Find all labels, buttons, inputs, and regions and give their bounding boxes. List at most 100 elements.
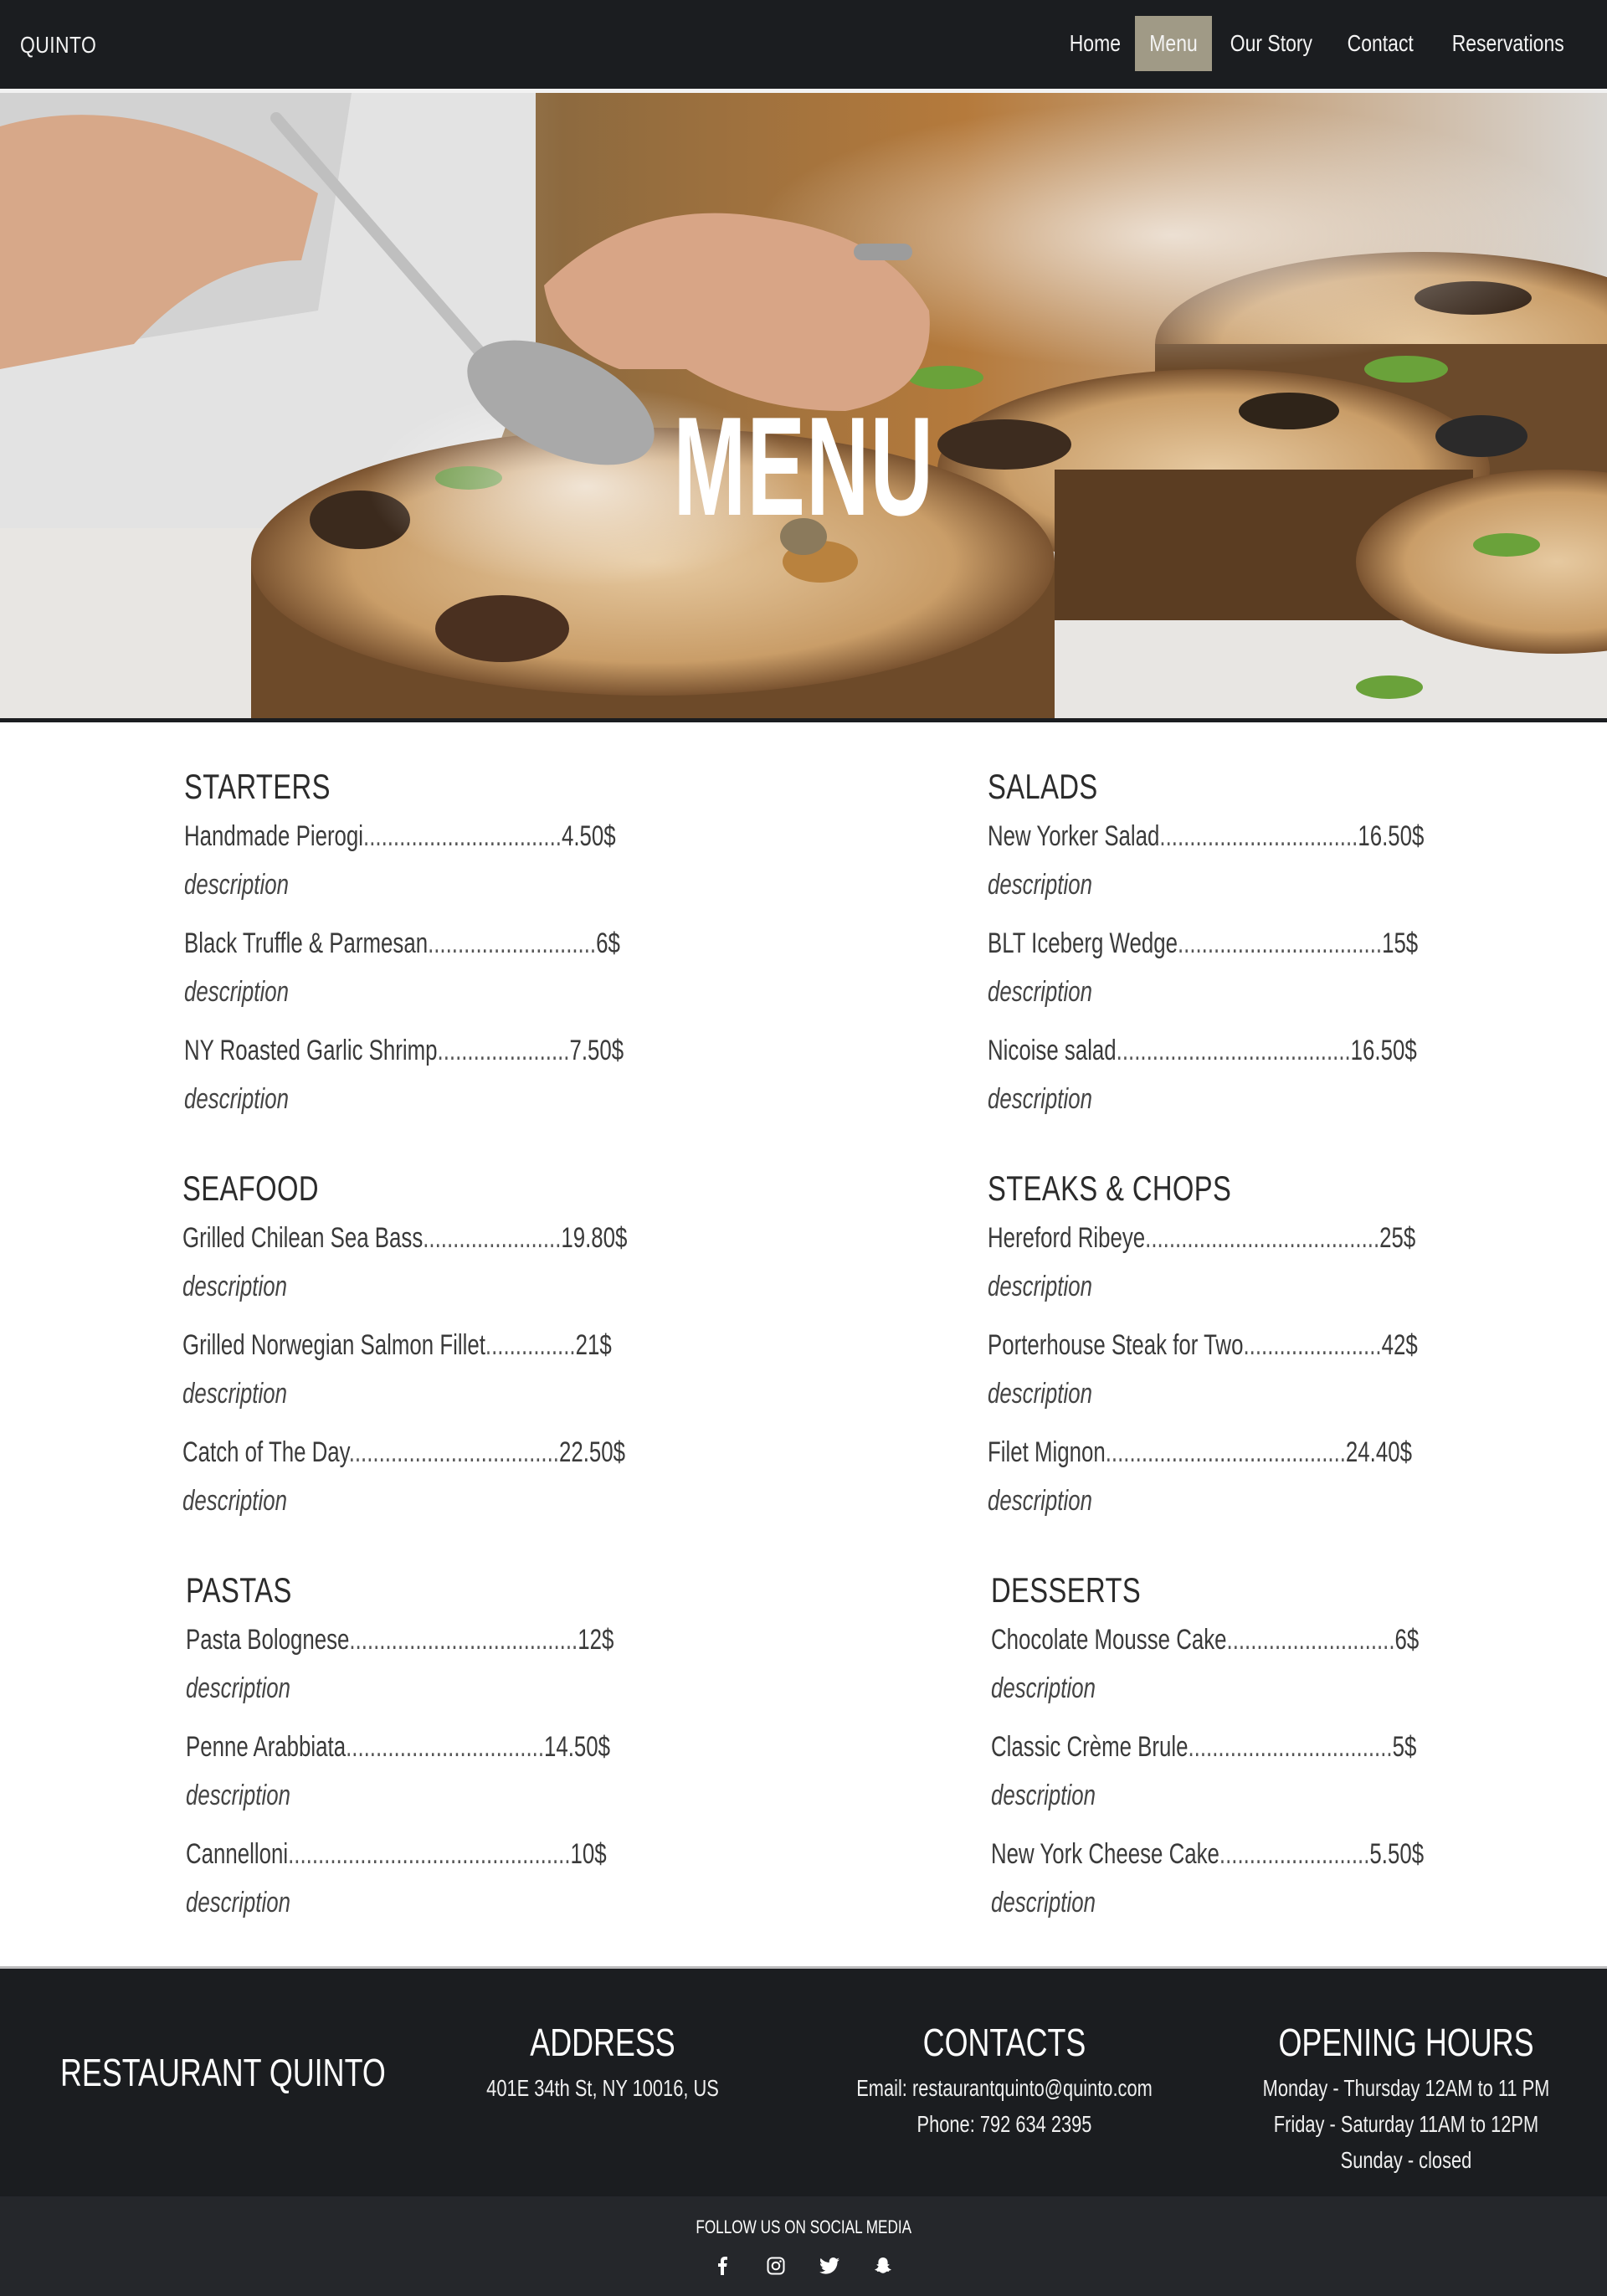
nav-link-our-story[interactable]: Our Story xyxy=(1212,16,1331,71)
item-name: Porterhouse Steak for Two xyxy=(988,1329,1244,1361)
item-dots: ....................... xyxy=(1243,1329,1382,1361)
item-dots: .................................. xyxy=(1188,1731,1393,1763)
item-name: Catch of The Day xyxy=(182,1436,349,1468)
item-dots: .................................. xyxy=(1177,927,1383,959)
hero-banner: MENU xyxy=(0,93,1607,718)
snapchat-icon[interactable] xyxy=(869,2252,897,2280)
item-description: description xyxy=(182,1485,287,1517)
menu-item: Nicoise salad...........................… xyxy=(988,1026,1440,1123)
item-description: description xyxy=(988,1271,1092,1302)
item-description: description xyxy=(988,1485,1092,1517)
item-dots: ....................................... xyxy=(1145,1222,1380,1254)
item-name: Classic Crème Brule xyxy=(991,1731,1189,1763)
item-description: description xyxy=(186,1887,290,1918)
item-price: 14.50$ xyxy=(544,1731,611,1763)
item-name: NY Roasted Garlic Shrimp xyxy=(184,1035,438,1066)
item-name: Hereford Ribeye xyxy=(988,1222,1146,1254)
item-name: New York Cheese Cake xyxy=(991,1838,1219,1870)
item-description: description xyxy=(988,869,1092,901)
item-description: description xyxy=(991,1672,1096,1704)
item-description: description xyxy=(988,976,1092,1008)
item-price: 24.40$ xyxy=(1345,1436,1412,1468)
footer-restaurant-name: RESTAURANT QUINTO xyxy=(60,2051,386,2094)
nav-link-contact[interactable]: Contact xyxy=(1331,16,1430,71)
item-dots: ............... xyxy=(485,1329,576,1361)
hero-divider xyxy=(0,718,1607,722)
footer-hours-line: Monday - Thursday 12AM to 11 PM xyxy=(1262,2075,1550,2101)
main-nav: Home Menu Our Story Contact Reservations xyxy=(1055,16,1585,71)
section-title: DESSERTS xyxy=(991,1570,1142,1610)
menu-item: Chocolate Mousse Cake...................… xyxy=(991,1615,1443,1713)
section-title: PASTAS xyxy=(186,1570,292,1610)
social-icons xyxy=(708,2252,897,2280)
item-price: 21$ xyxy=(575,1329,612,1361)
item-description: description xyxy=(184,869,289,901)
menu-item: Black Truffle & Parmesan................… xyxy=(184,919,636,1016)
item-name: Handmade Pierogi xyxy=(184,820,364,852)
item-description: description xyxy=(186,1672,290,1704)
brand-logo[interactable]: QUINTO xyxy=(20,32,96,59)
item-price: 19.80$ xyxy=(561,1222,628,1254)
item-description: description xyxy=(988,1083,1092,1115)
item-price: 6$ xyxy=(1394,1624,1420,1656)
item-price: 6$ xyxy=(596,927,620,959)
footer-hours-line: Friday - Saturday 11AM to 12PM xyxy=(1273,2111,1539,2137)
item-dots: ....................................... xyxy=(1116,1035,1351,1066)
item-name: Nicoise salad xyxy=(988,1035,1117,1066)
menu-item: Grilled Chilean Sea Bass................… xyxy=(182,1214,634,1311)
hero-title: MENU xyxy=(673,388,934,545)
section-title: SEAFOOD xyxy=(182,1169,319,1208)
nav-link-reservations[interactable]: Reservations xyxy=(1430,16,1585,71)
footer-opening-hours: OPENING HOURS Monday - Thursday 12AM to … xyxy=(1197,2015,1607,2178)
menu-item: Filet Mignon............................… xyxy=(988,1428,1440,1525)
item-description: description xyxy=(184,1083,289,1115)
item-dots: ...................... xyxy=(437,1035,570,1066)
item-dots: ................................. xyxy=(1159,820,1358,852)
menu-item: Handmade Pierogi........................… xyxy=(184,812,636,909)
section-title: STARTERS xyxy=(184,767,331,806)
menu-section-seafood: SEAFOOD Grilled Chilean Sea Bass........… xyxy=(182,1163,634,1525)
instagram-icon[interactable] xyxy=(762,2252,790,2280)
item-dots: ........................................ xyxy=(1105,1436,1346,1468)
item-price: 5$ xyxy=(1392,1731,1417,1763)
nav-link-home[interactable]: Home xyxy=(1055,16,1136,71)
navbar: QUINTO Home Menu Our Story Contact Reser… xyxy=(0,0,1607,89)
menu-item: Cannelloni..............................… xyxy=(186,1830,638,1927)
item-description: description xyxy=(184,976,289,1008)
item-dots: ......................... xyxy=(1219,1838,1370,1870)
menu-section-desserts: DESSERTS Chocolate Mousse Cake..........… xyxy=(991,1565,1443,1927)
menu-item: NY Roasted Garlic Shrimp................… xyxy=(184,1026,636,1123)
menu-item: Grilled Norwegian Salmon Fillet.........… xyxy=(182,1321,634,1418)
section-title: SALADS xyxy=(988,767,1098,806)
item-name: New Yorker Salad xyxy=(988,820,1160,852)
menu-section-steaks-chops: STEAKS & CHOPS Hereford Ribeye..........… xyxy=(988,1163,1440,1525)
menu-item: Porterhouse Steak for Two...............… xyxy=(988,1321,1440,1418)
item-price: 10$ xyxy=(570,1838,607,1870)
item-price: 16.50$ xyxy=(1350,1035,1417,1066)
menu-section-salads: SALADS New Yorker Salad.................… xyxy=(988,762,1440,1123)
item-price: 7.50$ xyxy=(569,1035,624,1066)
item-price: 5.50$ xyxy=(1369,1838,1425,1870)
item-price: 15$ xyxy=(1382,927,1419,959)
nav-link-menu[interactable]: Menu xyxy=(1135,16,1213,71)
menu-item: Classic Crème Brule.....................… xyxy=(991,1723,1443,1820)
menu-item: BLT Iceberg Wedge.......................… xyxy=(988,919,1440,1016)
menu-section-pastas: PASTAS Pasta Bolognese..................… xyxy=(186,1565,638,1927)
footer-hours-title: OPENING HOURS xyxy=(1278,2021,1534,2064)
item-name: Cannelloni xyxy=(186,1838,289,1870)
item-dots: ................................. xyxy=(363,820,562,852)
item-dots: ....................... xyxy=(423,1222,562,1254)
item-name: Filet Mignon xyxy=(988,1436,1106,1468)
item-dots: ........................................… xyxy=(288,1838,571,1870)
menu-item: New York Cheese Cake....................… xyxy=(991,1830,1443,1927)
footer-contacts: CONTACTS Email: restaurantquinto@quinto.… xyxy=(795,2015,1214,2142)
twitter-icon[interactable] xyxy=(815,2252,844,2280)
footer-phone[interactable]: Phone: 792 634 2395 xyxy=(841,2106,1168,2142)
footer-email[interactable]: Email: restaurantquinto@quinto.com xyxy=(841,2070,1168,2106)
facebook-icon[interactable] xyxy=(708,2252,737,2280)
item-name: Chocolate Mousse Cake xyxy=(991,1624,1227,1656)
footer-address: ADDRESS 401E 34th St, NY 10016, US xyxy=(435,2015,770,2106)
item-price: 25$ xyxy=(1379,1222,1416,1254)
item-price: 12$ xyxy=(578,1624,614,1656)
section-title: STEAKS & CHOPS xyxy=(988,1169,1232,1208)
